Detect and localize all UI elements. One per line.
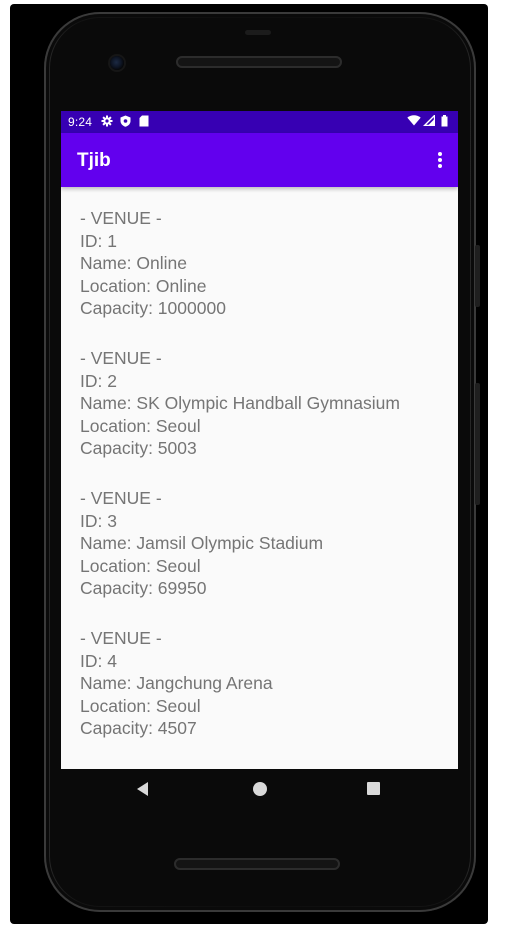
venue-capacity: Capacity: 1000000 [80,298,226,318]
signal-icon [422,113,436,130]
sd-card-icon [139,115,149,131]
app-title: Tjib [77,150,111,171]
top-sensor [245,30,271,35]
status-bar: 9:24 [61,111,458,133]
venue-name: Name: Online [80,253,187,273]
wifi-icon [407,115,421,130]
venue-id: ID: 2 [80,370,117,391]
venue-header: - VENUE - [80,208,162,228]
menu-dot [438,152,442,156]
emulator-frame: 9:24 Tjib - VENUE - ID: 1 Name: Online L… [0,0,505,930]
home-circle-icon[interactable] [253,782,267,796]
back-triangle-icon[interactable] [137,782,148,796]
app-bar: Tjib [61,133,458,187]
venue-capacity: Capacity: 5003 [80,438,197,458]
venue-capacity: Capacity: 69950 [80,578,207,598]
venue-id: ID: 3 [80,510,117,531]
volume-button [475,383,480,505]
power-button [475,245,480,307]
more-vert-icon[interactable] [428,146,452,174]
venue-item: - VENUE - ID: 3 Name: Jamsil Olympic Sta… [80,487,323,600]
venue-item: - VENUE - ID: 1 Name: Online Location: O… [80,207,226,320]
menu-dot [438,158,442,162]
battery-icon [441,115,448,131]
venue-header: - VENUE - [80,488,162,508]
shield-icon [120,115,131,131]
status-time: 9:24 [68,115,93,129]
recents-square-icon[interactable] [367,782,380,795]
venue-id: ID: 1 [80,230,117,251]
bottom-speaker [174,858,340,870]
venue-header: - VENUE - [80,348,162,368]
venue-list: - VENUE - ID: 1 Name: Online Location: O… [61,187,458,769]
venue-location: Location: Seoul [80,415,201,436]
front-camera-icon [110,56,124,70]
device-screen: 9:24 Tjib - VENUE - ID: 1 Name: Online L… [61,111,458,769]
venue-name: Name: Jamsil Olympic Stadium [80,533,324,553]
venue-item: - VENUE - ID: 4 Name: Jangchung Arena Lo… [80,627,273,740]
venue-location: Location: Seoul [80,695,201,716]
venue-capacity: Capacity: 4507 [80,718,197,738]
menu-dot [438,164,442,168]
venue-name: Name: SK Olympic Handball Gymnasium [80,393,400,413]
navigation-bar [61,769,458,811]
venue-location: Location: Online [80,275,207,296]
settings-gear-icon [101,115,113,131]
venue-id: ID: 4 [80,650,117,671]
venue-item: - VENUE - ID: 2 Name: SK Olympic Handbal… [80,347,400,460]
venue-header: - VENUE - [80,628,162,648]
venue-name: Name: Jangchung Arena [80,673,273,693]
earpiece-speaker [176,56,342,68]
venue-location: Location: Seoul [80,555,201,576]
